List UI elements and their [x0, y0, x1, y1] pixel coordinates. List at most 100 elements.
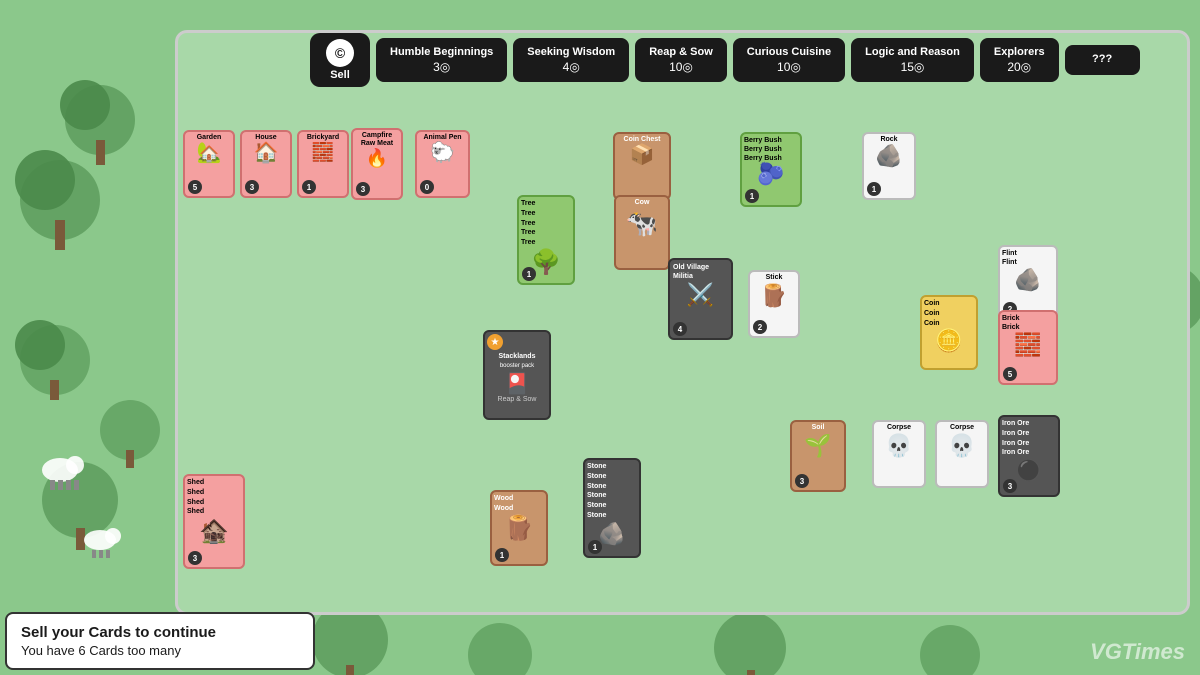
card-tree-labels: TreeTreeTreeTreeTree — [521, 199, 571, 248]
card-brick-count: 5 — [1003, 367, 1017, 381]
card-coin-icon: 🪙 — [935, 328, 962, 354]
card-garden-title: Garden — [197, 134, 222, 142]
card-campfire-count: 3 — [356, 182, 370, 196]
pack-mystery[interactable]: ??? — [1065, 45, 1140, 75]
card-house-icon: 🏠 — [254, 143, 279, 163]
pack-curious-cuisine[interactable]: Curious Cuisine 10◎ — [733, 38, 845, 82]
card-stick-count: 2 — [753, 320, 767, 334]
card-coin-chest-title: Coin Chest — [624, 136, 661, 144]
card-flint-icon: 🪨 — [1014, 267, 1041, 293]
card-coin-chest-icon: 📦 — [630, 145, 655, 165]
card-tree[interactable]: TreeTreeTreeTreeTree 🌳 1 — [517, 195, 575, 285]
card-stone-labels: StoneStoneStoneStoneStoneStone — [587, 462, 637, 521]
card-stacklands-pack[interactable]: ★ Stacklandsbooster pack 🎴 Reap & Sow — [483, 330, 551, 420]
card-corpse-2-title: Corpse — [950, 424, 974, 432]
card-wood-count: 1 — [495, 548, 509, 562]
card-corpse-2-icon: 💀 — [948, 433, 975, 459]
card-rock-icon: 🪨 — [875, 145, 902, 167]
notification-subtitle: You have 6 Cards too many — [21, 643, 299, 658]
card-iron-ore-labels: Iron OreIron OreIron OreIron Ore — [1002, 419, 1056, 458]
card-cow[interactable]: Cow 🐄 — [614, 195, 670, 270]
card-corpse-1[interactable]: Corpse 💀 — [872, 420, 926, 488]
card-coin-chest[interactable]: Coin Chest 📦 — [613, 132, 671, 200]
card-shed[interactable]: ShedShedShedShed 🏚️ 3 — [183, 474, 245, 569]
pack-logic-reason[interactable]: Logic and Reason 15◎ — [851, 38, 974, 82]
pack-seeking-wisdom[interactable]: Seeking Wisdom 4◎ — [513, 38, 629, 82]
card-stone[interactable]: StoneStoneStoneStoneStoneStone 🪨 1 — [583, 458, 641, 558]
card-soil-icon: 🌱 — [804, 433, 831, 459]
card-coin-labels: CoinCoinCoin — [924, 299, 974, 328]
card-wood[interactable]: WoodWood 🪵 1 — [490, 490, 548, 566]
card-berry-bush[interactable]: Berry BushBerry BushBerry Bush 🫐 1 — [740, 132, 802, 207]
card-stick[interactable]: Stick 🪵 2 — [748, 270, 800, 338]
card-old-village[interactable]: Old VillageMilitia ⚔️ 4 — [668, 258, 733, 340]
sell-label: Sell — [330, 69, 350, 81]
card-wood-labels: WoodWood — [494, 494, 544, 514]
card-garden[interactable]: Garden 🏡 5 — [183, 130, 235, 198]
card-berry-bush-labels: Berry BushBerry BushBerry Bush — [744, 136, 798, 163]
card-brickyard[interactable]: Brickyard 🧱 1 — [297, 130, 349, 198]
card-corpse-2[interactable]: Corpse 💀 — [935, 420, 989, 488]
card-animal-pen-title: Animal Pen — [423, 134, 461, 142]
top-bar: © Sell Humble Beginnings 3◎ Seeking Wisd… — [310, 32, 1185, 87]
pack-star-icon: ★ — [487, 334, 503, 350]
card-animal-pen-count: 0 — [420, 180, 434, 194]
card-corpse-1-title: Corpse — [887, 424, 911, 432]
card-shed-icon: 🏚️ — [199, 517, 229, 546]
card-brick[interactable]: BrickBrick 🧱 5 — [998, 310, 1058, 385]
sell-button[interactable]: © Sell — [310, 33, 370, 87]
card-coin[interactable]: CoinCoinCoin 🪙 — [920, 295, 978, 370]
card-garden-icon: 🏡 — [197, 143, 222, 163]
pack-humble-beginnings[interactable]: Humble Beginnings 3◎ — [376, 38, 507, 82]
card-berry-bush-count: 1 — [745, 189, 759, 203]
card-corpse-1-icon: 💀 — [885, 433, 912, 459]
card-house-title: House — [255, 134, 276, 142]
card-animal-pen[interactable]: Animal Pen 🐑 0 — [415, 130, 470, 198]
card-wood-icon: 🪵 — [504, 514, 534, 543]
card-stick-icon: 🪵 — [760, 283, 787, 309]
card-stacklands-icon: 🎴 — [505, 371, 530, 396]
card-soil-count: 3 — [795, 474, 809, 488]
card-house[interactable]: House 🏠 3 — [240, 130, 292, 198]
card-iron-ore-count: 3 — [1003, 479, 1017, 493]
card-flint[interactable]: FlintFlint 🪨 2 — [998, 245, 1058, 320]
card-old-village-title: Old VillageMilitia — [672, 262, 729, 282]
card-campfire[interactable]: CampfireRaw Meat 🔥 3 — [351, 128, 403, 200]
card-stone-count: 1 — [588, 540, 602, 554]
card-stick-title: Stick — [766, 274, 783, 282]
card-stacklands-title: Stacklandsbooster pack — [499, 352, 536, 371]
card-berry-bush-icon: 🫐 — [757, 163, 784, 185]
notification-title: Sell your Cards to continue — [21, 624, 299, 641]
notification-box: Sell your Cards to continue You have 6 C… — [5, 612, 315, 670]
card-soil-title: Soil — [812, 424, 825, 432]
card-brick-icon: 🧱 — [1014, 332, 1041, 358]
vgtimes-watermark: VGTimes — [1090, 639, 1185, 665]
card-garden-count: 5 — [188, 180, 202, 194]
card-shed-count: 3 — [188, 551, 202, 565]
card-iron-ore[interactable]: Iron OreIron OreIron OreIron Ore ⚫ 3 — [998, 415, 1060, 497]
card-old-village-count: 4 — [673, 322, 687, 336]
card-brickyard-count: 1 — [302, 180, 316, 194]
card-animal-pen-icon: 🐑 — [430, 143, 455, 163]
card-soil[interactable]: Soil 🌱 3 — [790, 420, 846, 492]
card-campfire-title: CampfireRaw Meat — [361, 132, 393, 149]
card-tree-count: 1 — [522, 267, 536, 281]
card-brickyard-icon: 🧱 — [312, 143, 334, 161]
card-rock-count: 1 — [867, 182, 881, 196]
pack-explorers[interactable]: Explorers 20◎ — [980, 38, 1059, 82]
card-old-village-icon: ⚔️ — [687, 282, 714, 308]
card-iron-ore-icon: ⚫ — [1017, 458, 1042, 483]
card-rock[interactable]: Rock 🪨 1 — [862, 132, 916, 200]
card-brick-labels: BrickBrick — [1002, 314, 1054, 332]
card-cow-icon: 🐄 — [626, 208, 658, 239]
pack-reap-sow[interactable]: Reap & Sow 10◎ — [635, 38, 727, 82]
card-campfire-icon: 🔥 — [366, 149, 388, 167]
card-flint-labels: FlintFlint — [1002, 249, 1054, 267]
card-brickyard-title: Brickyard — [307, 134, 339, 142]
card-house-count: 3 — [245, 180, 259, 194]
card-stone-icon: 🪨 — [598, 521, 625, 547]
sell-icon: © — [326, 39, 354, 67]
card-shed-labels: ShedShedShedShed — [187, 478, 241, 517]
card-cow-title: Cow — [635, 199, 650, 206]
card-stacklands-sub: Reap & Sow — [498, 396, 537, 403]
